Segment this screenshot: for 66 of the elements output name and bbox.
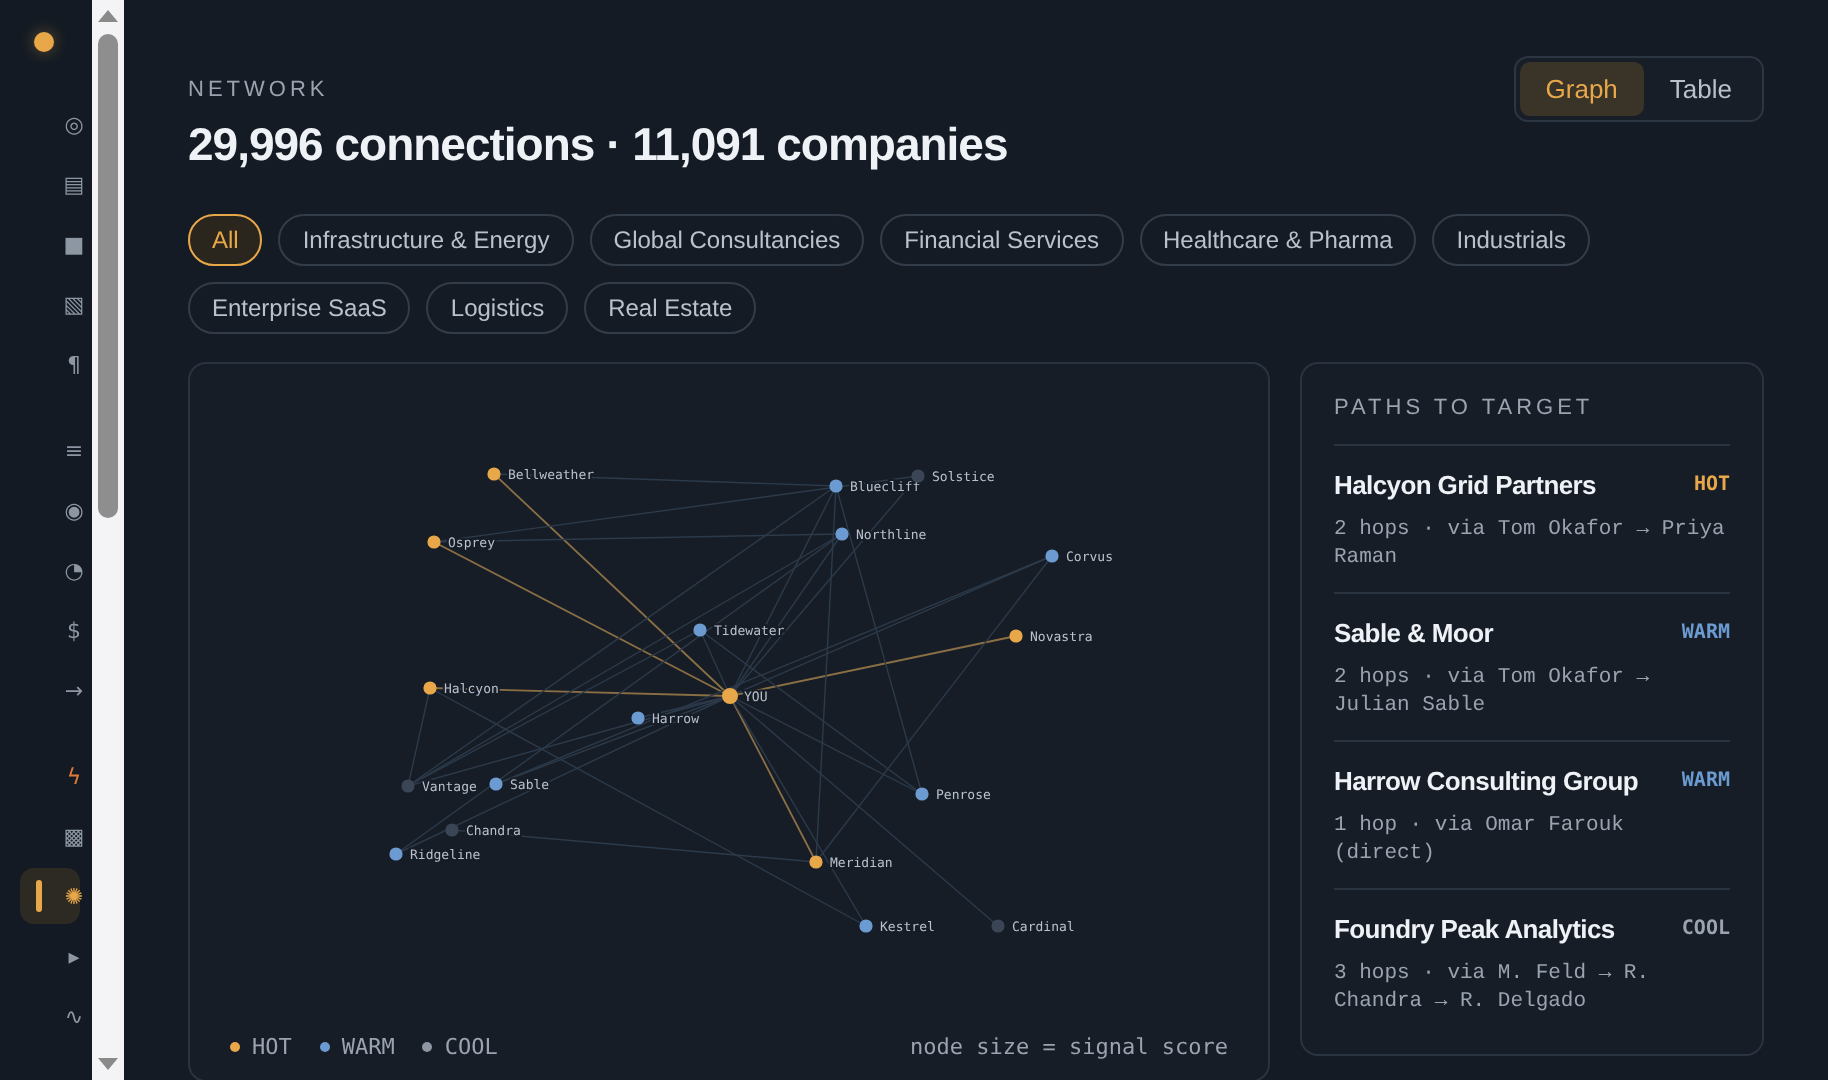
filter-chip[interactable]: Financial Services <box>880 214 1124 266</box>
sidebar-item[interactable]: ▧ <box>20 276 80 332</box>
sidebar-item[interactable]: ϟ <box>20 748 80 804</box>
graph-node[interactable] <box>389 847 403 861</box>
sidebar-item[interactable]: → <box>20 662 80 718</box>
graph-node[interactable] <box>915 787 929 801</box>
sidebar-item[interactable]: $ <box>20 602 80 658</box>
graph-node[interactable] <box>1009 629 1023 643</box>
logo-icon <box>34 32 54 52</box>
path-route: 3 hops · via M. Feld → R. Chandra → R. Delgado <box>1334 960 1652 1016</box>
sidebar-item[interactable]: ✺ <box>20 868 80 924</box>
heat-tag: HOT <box>1693 474 1730 496</box>
heat-tag: WARM <box>1681 770 1730 792</box>
graph-node[interactable] <box>427 535 441 549</box>
graph-node[interactable] <box>631 711 645 725</box>
sidebar-item[interactable]: ≡ <box>20 422 80 478</box>
graph-node[interactable] <box>1045 549 1059 563</box>
sidebar-item[interactable]: ▤ <box>20 156 80 212</box>
filter-chip[interactable]: All <box>188 214 263 266</box>
legend-label: HOT <box>252 1034 292 1060</box>
company-name[interactable]: Halcyon Grid Partners <box>1334 470 1596 500</box>
filter-chip[interactable]: Healthcare & Pharma <box>1139 214 1417 266</box>
graph-node[interactable] <box>423 681 437 695</box>
filter-chip[interactable]: Global Consultancies <box>589 214 865 266</box>
panel-title: PATHS TO TARGET <box>1334 396 1730 446</box>
path-route: 2 hops · via Tom Okafor → Priya Raman <box>1334 516 1727 572</box>
sidebar-item[interactable]: ■ <box>20 216 80 272</box>
heat-tag: COOL <box>1681 918 1730 940</box>
path-route: 1 hop · via Omar Farouk (direct) <box>1334 812 1626 868</box>
graph-node[interactable] <box>859 919 873 933</box>
legend-label: WARM <box>341 1034 395 1060</box>
graph-node[interactable] <box>487 467 501 481</box>
sidebar-item[interactable]: ◎ <box>20 96 80 152</box>
sidebar-item[interactable]: ◔ <box>20 542 80 598</box>
company-name[interactable]: Foundry Peak Analytics <box>1334 914 1615 944</box>
filter-chip[interactable]: Industrials <box>1432 214 1590 266</box>
sidebar-item[interactable]: ▸ <box>20 928 80 984</box>
company-name[interactable]: Sable & Moor <box>1334 618 1493 648</box>
graph-node[interactable] <box>401 779 415 793</box>
filter-chip[interactable]: Logistics <box>426 282 569 334</box>
scrollbar[interactable] <box>92 0 124 1080</box>
company-name[interactable]: Harrow Consulting Group <box>1334 766 1638 796</box>
filter-chip[interactable]: Infrastructure & Energy <box>278 214 574 266</box>
heat-tag: WARM <box>1681 622 1730 644</box>
sidebar-item[interactable]: ∿ <box>20 988 80 1044</box>
graph-node[interactable] <box>809 855 823 869</box>
path-route: 2 hops · via Tom Okafor → Julian Sable <box>1334 664 1652 720</box>
graph-node[interactable] <box>445 823 459 837</box>
view-tab[interactable]: Table <box>1643 62 1758 116</box>
sidebar-item[interactable]: ▩ <box>20 808 80 864</box>
graph-node[interactable] <box>722 688 738 704</box>
sidebar-item[interactable]: ¶ <box>20 336 80 392</box>
section-label: NETWORK <box>188 78 331 102</box>
page-title: 29,996 connections · 11,091 companies <box>188 118 1008 172</box>
graph-note: node size = signal score <box>910 1034 1228 1060</box>
legend-label: COOL <box>444 1034 498 1060</box>
filter-chip[interactable]: Real Estate <box>584 282 757 334</box>
graph-node[interactable] <box>991 919 1005 933</box>
graph-node[interactable] <box>489 777 503 791</box>
filter-chip[interactable]: Enterprise SaaS <box>188 282 411 334</box>
sidebar-item[interactable]: ◉ <box>20 482 80 538</box>
graph-node[interactable] <box>829 479 843 493</box>
graph-node[interactable] <box>693 623 707 637</box>
graph-node[interactable] <box>835 527 849 541</box>
view-tab[interactable]: Graph <box>1519 62 1644 116</box>
graph-node[interactable] <box>911 469 925 483</box>
